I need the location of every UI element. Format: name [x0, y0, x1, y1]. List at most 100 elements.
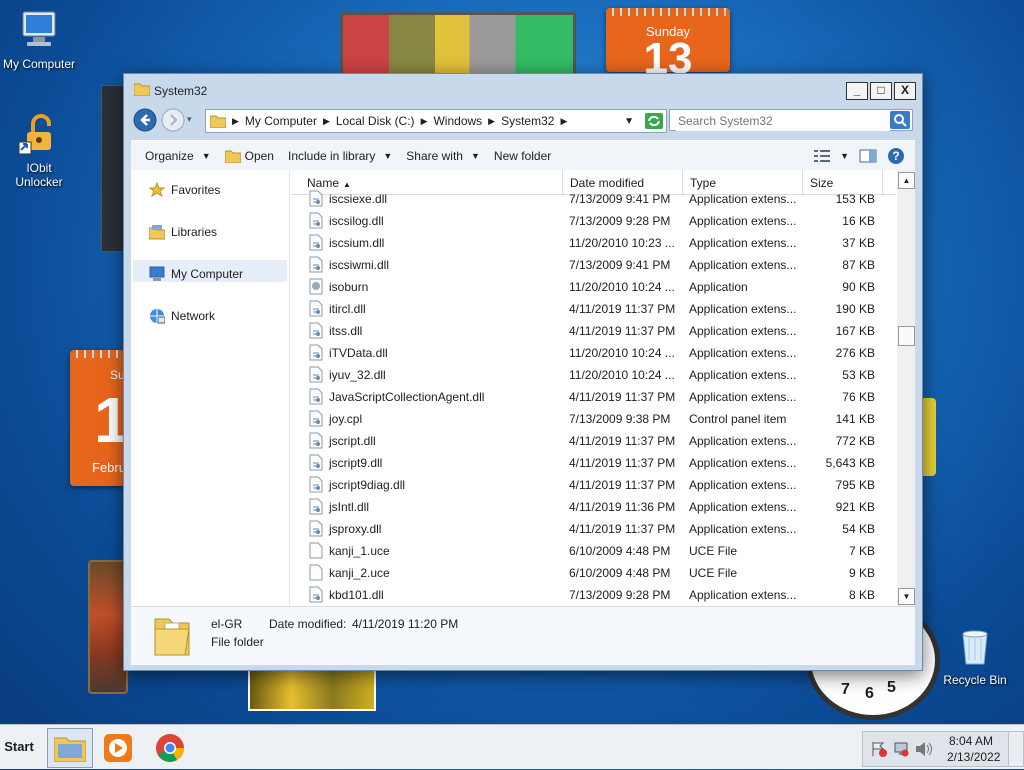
file-date: 4/11/2019 11:37 PM: [569, 324, 676, 338]
new-folder-button[interactable]: New folder: [494, 149, 551, 163]
address-row: ▾ ▶ My Computer ▶ Local Disk (C:) ▶ Wind…: [131, 106, 915, 134]
file-icon: [309, 454, 323, 471]
file-icon: [309, 322, 323, 339]
file-icon: [309, 564, 323, 581]
file-row[interactable]: iscsiexe.dll 7/13/2009 9:41 PM Application…: [291, 188, 895, 210]
chrome-icon[interactable]: [155, 733, 185, 763]
system-tray: 8:04 AM 2/13/2022: [862, 731, 1024, 767]
preview-pane-icon[interactable]: [859, 149, 877, 163]
file-row[interactable]: iTVData.dll 11/20/2010 10:24 ... Applicati…: [291, 342, 895, 364]
scroll-up-button[interactable]: ▲: [898, 172, 915, 189]
forward-button[interactable]: [161, 108, 185, 132]
scroll-down-button[interactable]: ▼: [898, 588, 915, 605]
file-name: itss.dll: [329, 324, 363, 338]
network-tray-icon[interactable]: [893, 741, 909, 757]
file-row[interactable]: jsproxy.dll 4/11/2019 11:37 PM Application…: [291, 518, 895, 540]
breadcrumb-my-computer[interactable]: My Computer: [245, 114, 317, 128]
back-button[interactable]: [133, 108, 157, 132]
vertical-scrollbar[interactable]: ▲ ▼: [897, 170, 915, 606]
file-row[interactable]: iscsilog.dll 7/13/2009 9:28 PM Application…: [291, 210, 895, 232]
file-row[interactable]: jscript.dll 4/11/2019 11:37 PM Application…: [291, 430, 895, 452]
breadcrumb-separator[interactable]: ▶: [488, 116, 495, 127]
breadcrumb-separator[interactable]: ▶: [421, 116, 428, 127]
file-row[interactable]: jsIntl.dll 4/11/2019 11:36 PM Application …: [291, 496, 895, 518]
file-name: kanji_2.uce: [329, 566, 390, 580]
scroll-thumb[interactable]: [898, 326, 915, 346]
share-with-button[interactable]: Share with ▼: [406, 149, 480, 163]
calendar-gadget-left[interactable]: Su 1 Febru: [70, 350, 126, 486]
nav-item-network[interactable]: Network: [149, 308, 215, 324]
nav-item-libraries[interactable]: Libraries: [149, 224, 217, 240]
search-box[interactable]: [669, 109, 913, 131]
search-input[interactable]: [676, 111, 890, 131]
desktop-icon-recycle-bin[interactable]: Recycle Bin: [936, 624, 1014, 687]
breadcrumb-local-disk[interactable]: Local Disk (C:): [336, 114, 415, 128]
search-icon[interactable]: [890, 111, 910, 129]
file-row[interactable]: kbd101.dll 7/13/2009 9:28 PM Application e…: [291, 584, 895, 606]
file-size: 53 KB: [842, 368, 875, 382]
file-icon: [309, 388, 323, 405]
file-row[interactable]: iscsium.dll 11/20/2010 10:23 ... Applicati…: [291, 232, 895, 254]
taskbar-app-explorer[interactable]: [47, 728, 93, 768]
file-row[interactable]: JavaScriptCollectionAgent.dll 4/11/2019 1…: [291, 386, 895, 408]
breadcrumb-separator[interactable]: ▶: [232, 116, 239, 127]
file-date: 4/11/2019 11:37 PM: [569, 302, 676, 316]
file-row[interactable]: itircl.dll 4/11/2019 11:37 PM Application …: [291, 298, 895, 320]
clock-time[interactable]: 8:04 AM: [949, 734, 993, 748]
nav-item-my-computer[interactable]: My Computer: [149, 266, 243, 282]
weather-gadget[interactable]: [88, 560, 128, 694]
file-type: Application extens...: [689, 192, 797, 206]
file-name: joy.cpl: [329, 412, 363, 426]
file-row[interactable]: isoburn 11/20/2010 10:24 ... Application 90…: [291, 276, 895, 298]
file-name: jscript.dll: [329, 434, 376, 448]
open-label: Open: [244, 149, 274, 163]
file-row[interactable]: kanji_2.uce 6/10/2009 4:48 PM UCE File 9 KB: [291, 562, 895, 584]
nav-item-favorites[interactable]: Favorites: [149, 182, 220, 198]
recycle-bin-icon: [962, 630, 988, 665]
include-in-library-button[interactable]: Include in library ▼: [288, 149, 392, 163]
title-bar[interactable]: System32 _ □ X: [124, 74, 922, 102]
command-bar: Organize ▼ Open Include in library ▼ Share…: [131, 140, 915, 172]
file-date: 6/10/2009 4:48 PM: [569, 566, 671, 580]
organize-button[interactable]: Organize ▼: [145, 149, 211, 163]
file-row[interactable]: joy.cpl 7/13/2009 9:38 PM Control panel it…: [291, 408, 895, 430]
file-size: 5,643 KB: [825, 456, 875, 470]
file-name: jsIntl.dll: [329, 500, 370, 514]
start-button[interactable]: Start: [2, 733, 36, 761]
organize-label: Organize: [145, 149, 194, 163]
action-center-icon[interactable]: [871, 741, 887, 757]
chevron-down-icon[interactable]: ▼: [840, 151, 849, 161]
file-row[interactable]: jscript9diag.dll 4/11/2019 11:37 PM Applic…: [291, 474, 895, 496]
breadcrumb-separator[interactable]: ▶: [560, 116, 567, 127]
photo-gadget[interactable]: [248, 669, 376, 711]
slideshow-gadget[interactable]: [340, 12, 576, 78]
clock-date[interactable]: 2/13/2022: [947, 750, 1000, 764]
address-bar[interactable]: ▶ My Computer ▶ Local Disk (C:) ▶ Window…: [205, 109, 667, 133]
address-dropdown[interactable]: ▼: [624, 116, 634, 127]
file-row[interactable]: iyuv_32.dll 11/20/2010 10:24 ... Applicati…: [291, 364, 895, 386]
volume-icon[interactable]: [915, 741, 933, 757]
open-button[interactable]: Open: [224, 149, 274, 163]
minimize-button[interactable]: _: [846, 82, 868, 100]
help-icon[interactable]: ?: [887, 147, 905, 165]
view-options-icon[interactable]: [814, 149, 831, 163]
file-row[interactable]: kanji_1.uce 6/10/2009 4:48 PM UCE File 7 KB: [291, 540, 895, 562]
file-size: 276 KB: [835, 346, 875, 360]
media-player-icon[interactable]: [103, 733, 133, 763]
show-desktop-button[interactable]: [1008, 732, 1023, 766]
refresh-icon[interactable]: [644, 112, 664, 130]
file-type: UCE File: [689, 566, 738, 580]
file-row[interactable]: itss.dll 4/11/2019 11:37 PM Application ex…: [291, 320, 895, 342]
calendar-gadget-top[interactable]: Sunday 13: [606, 8, 730, 81]
close-button[interactable]: X: [894, 82, 916, 100]
file-row[interactable]: jscript9.dll 4/11/2019 11:37 PM Applicatio…: [291, 452, 895, 474]
breadcrumb-system32[interactable]: System32: [501, 114, 554, 128]
breadcrumb-windows[interactable]: Windows: [433, 114, 482, 128]
desktop-icon-my-computer[interactable]: My Computer: [0, 8, 78, 71]
maximize-button[interactable]: □: [870, 82, 892, 100]
file-size: 90 KB: [842, 280, 875, 294]
file-row[interactable]: iscsiwmi.dll 7/13/2009 9:41 PM Application…: [291, 254, 895, 276]
recent-locations-dropdown[interactable]: ▾: [187, 114, 192, 125]
desktop-icon-iobit-unlocker[interactable]: IObit Unlocker: [0, 112, 78, 189]
breadcrumb-separator[interactable]: ▶: [323, 116, 330, 127]
